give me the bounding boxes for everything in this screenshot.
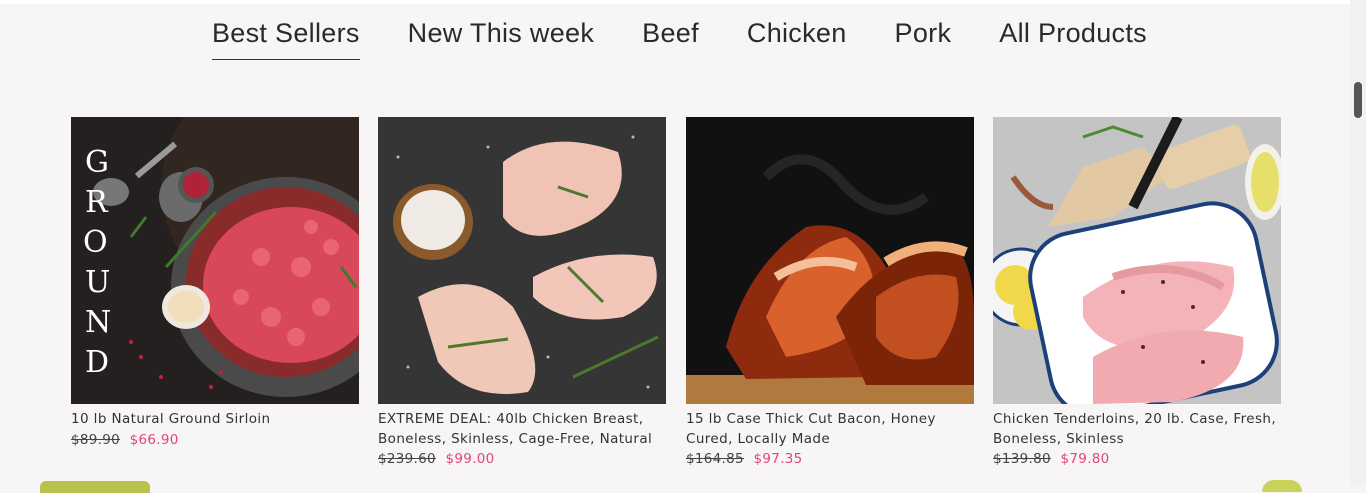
product-prices: $89.90 $66.90 [71, 430, 359, 450]
top-strip [0, 0, 1350, 4]
product-card[interactable]: Chicken Tenderloins, 20 lb. Case, Fresh,… [993, 117, 1281, 469]
floating-button-right[interactable] [1262, 480, 1302, 492]
original-price: $139.80 [993, 451, 1051, 467]
collection-tabs: Best Sellers New This week Beef Chicken … [212, 18, 1147, 60]
product-image-chicken-tenderloins[interactable] [993, 117, 1281, 404]
tab-new-this-week[interactable]: New This week [408, 18, 594, 60]
product-image-ground-sirloin[interactable]: GRO UND [71, 117, 359, 404]
product-card[interactable]: EXTREME DEAL: 40lb Chicken Breast, Bonel… [378, 117, 666, 469]
product-card[interactable]: GRO UND 10 lb Natural Ground Sirloin $89… [71, 117, 359, 450]
scrollbar-thumb[interactable] [1354, 82, 1362, 118]
sale-price: $66.90 [129, 431, 179, 448]
original-price: $239.60 [378, 451, 436, 467]
tab-best-sellers[interactable]: Best Sellers [212, 18, 360, 60]
product-prices: $164.85 $97.35 [686, 449, 974, 469]
floating-button-left[interactable] [40, 481, 150, 493]
product-title[interactable]: Chicken Tenderloins, 20 lb. Case, Fresh,… [993, 410, 1281, 449]
product-title[interactable]: 10 lb Natural Ground Sirloin [71, 410, 359, 430]
original-price: $89.90 [71, 431, 121, 448]
original-price: $164.85 [686, 451, 744, 467]
product-prices: $239.60 $99.00 [378, 449, 666, 469]
tab-all-products[interactable]: All Products [999, 18, 1147, 60]
tab-pork[interactable]: Pork [895, 18, 952, 60]
product-prices: $139.80 $79.80 [993, 449, 1281, 469]
page-scrollbar[interactable] [1350, 0, 1366, 485]
sale-price: $99.00 [445, 451, 495, 467]
sale-price: $97.35 [753, 451, 803, 467]
product-title[interactable]: EXTREME DEAL: 40lb Chicken Breast, Bonel… [378, 410, 666, 449]
tab-beef[interactable]: Beef [642, 18, 699, 60]
product-image-bacon[interactable] [686, 117, 974, 404]
product-image-chicken-breast[interactable] [378, 117, 666, 404]
sale-price: $79.80 [1060, 451, 1110, 467]
product-card[interactable]: 15 lb Case Thick Cut Bacon, Honey Cured,… [686, 117, 974, 469]
tab-chicken[interactable]: Chicken [747, 18, 847, 60]
product-title[interactable]: 15 lb Case Thick Cut Bacon, Honey Cured,… [686, 410, 974, 449]
